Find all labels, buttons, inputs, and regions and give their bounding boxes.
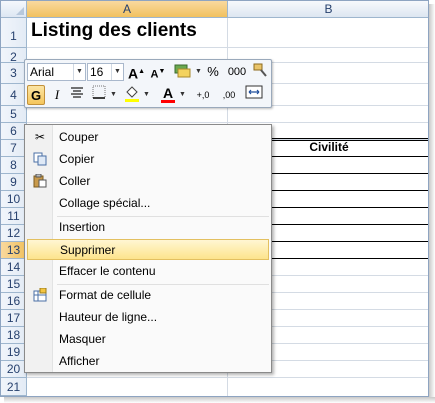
menu-item-copier[interactable]: Copier — [27, 149, 269, 170]
menu-item-label: Afficher — [59, 354, 100, 368]
menu-item-format-cellule[interactable]: Format de cellule — [27, 285, 269, 306]
font-name-combo[interactable]: Arial ▼ — [27, 63, 86, 81]
menu-item-label: Format de cellule — [59, 288, 152, 302]
chevron-down-icon[interactable]: ▼ — [143, 91, 150, 98]
row-header-21[interactable]: 21 — [1, 378, 27, 396]
menu-item-collage-special[interactable]: Collage spécial... — [27, 193, 269, 214]
menu-item-label: Collage spécial... — [59, 196, 151, 210]
decrease-decimal-button[interactable]: ,00 — [218, 85, 240, 105]
menu-item-afficher[interactable]: Afficher — [27, 351, 269, 372]
grid-line — [27, 122, 428, 123]
menu-item-effacer-contenu[interactable]: Effacer le contenu — [27, 261, 269, 282]
chevron-down-icon[interactable]: ▼ — [195, 68, 202, 75]
grid-line — [27, 377, 428, 378]
mini-toolbar: Arial ▼ 16 ▼ A▲ A▼ ▼ % 000 G I ▼ ▼ A ▼ +… — [24, 59, 272, 108]
menu-item-label: Hauteur de ligne... — [59, 310, 158, 324]
context-menu: ✂ Couper Copier Coller Collage spécial..… — [24, 124, 272, 373]
chevron-down-icon[interactable]: ▼ — [73, 64, 85, 80]
shrink-font-label: A — [150, 68, 159, 81]
increase-decimal-button[interactable]: +,0 — [192, 85, 214, 105]
format-painter-button[interactable] — [251, 62, 269, 82]
accounting-format-button[interactable] — [173, 62, 193, 82]
column-header-b[interactable]: B — [228, 1, 428, 18]
cell-a1-title[interactable]: Listing des clients — [31, 20, 197, 42]
thousands-separator-button[interactable]: 000 — [227, 62, 247, 82]
chevron-down-icon[interactable]: ▼ — [111, 64, 123, 80]
menu-item-label: Insertion — [59, 220, 106, 234]
select-all-corner[interactable] — [1, 1, 27, 18]
font-color-letter: A — [162, 85, 174, 101]
menu-item-label: Coller — [59, 174, 91, 188]
menu-item-label: Copier — [59, 152, 95, 166]
fill-color-button[interactable] — [123, 85, 141, 105]
merge-cells-icon — [245, 85, 263, 99]
menu-item-insertion[interactable]: Insertion — [27, 217, 269, 238]
center-align-button[interactable] — [68, 85, 86, 105]
font-size-value: 16 — [90, 65, 104, 79]
italic-button[interactable]: I — [49, 85, 65, 105]
window-shadow — [4, 397, 435, 403]
menu-item-label: Couper — [59, 130, 99, 144]
menu-item-supprimer[interactable]: Supprimer — [27, 239, 269, 260]
row-header-1[interactable]: 1 — [1, 18, 27, 48]
font-name-value: Arial — [30, 65, 55, 79]
font-color-button[interactable]: A — [160, 83, 176, 103]
chevron-down-icon[interactable]: ▼ — [179, 91, 186, 98]
column-header-a[interactable]: A — [27, 1, 228, 18]
font-size-combo[interactable]: 16 ▼ — [87, 63, 124, 81]
chevron-down-icon[interactable]: ▼ — [110, 91, 117, 98]
center-align-icon — [71, 87, 83, 98]
font-color-swatch — [161, 100, 175, 103]
currency-icon — [174, 64, 191, 78]
spreadsheet-window: A B 1 2 3 4 5 6 7 8 9 10 11 12 13 14 15 … — [0, 0, 429, 397]
menu-item-coller[interactable]: Coller — [27, 171, 269, 192]
paintbrush-icon — [253, 63, 267, 77]
menu-item-masquer[interactable]: Masquer — [27, 329, 269, 350]
shrink-font-button[interactable]: A▼ — [150, 62, 166, 82]
copy-icon — [32, 152, 48, 167]
window-shadow — [429, 4, 435, 401]
paint-bucket-icon — [125, 86, 139, 102]
grid-line — [27, 47, 428, 48]
menu-item-hauteur-ligne[interactable]: Hauteur de ligne... — [27, 307, 269, 328]
menu-item-couper[interactable]: ✂ Couper — [27, 127, 269, 148]
borders-icon — [92, 85, 106, 99]
borders-button[interactable] — [91, 85, 107, 105]
format-cells-icon — [32, 287, 48, 303]
percent-button[interactable]: % — [206, 62, 220, 82]
paste-icon — [32, 173, 48, 189]
menu-item-label: Masquer — [59, 332, 106, 346]
row-header-5[interactable]: 5 — [1, 106, 27, 123]
scissors-icon: ✂ — [34, 130, 46, 144]
bold-button[interactable]: G — [27, 85, 45, 105]
grow-font-button[interactable]: A▲ — [128, 62, 145, 82]
menu-item-label: Supprimer — [60, 243, 116, 257]
merge-center-button[interactable] — [244, 85, 264, 105]
menu-item-label: Effacer le contenu — [59, 264, 156, 278]
grow-font-label: A — [128, 65, 139, 82]
